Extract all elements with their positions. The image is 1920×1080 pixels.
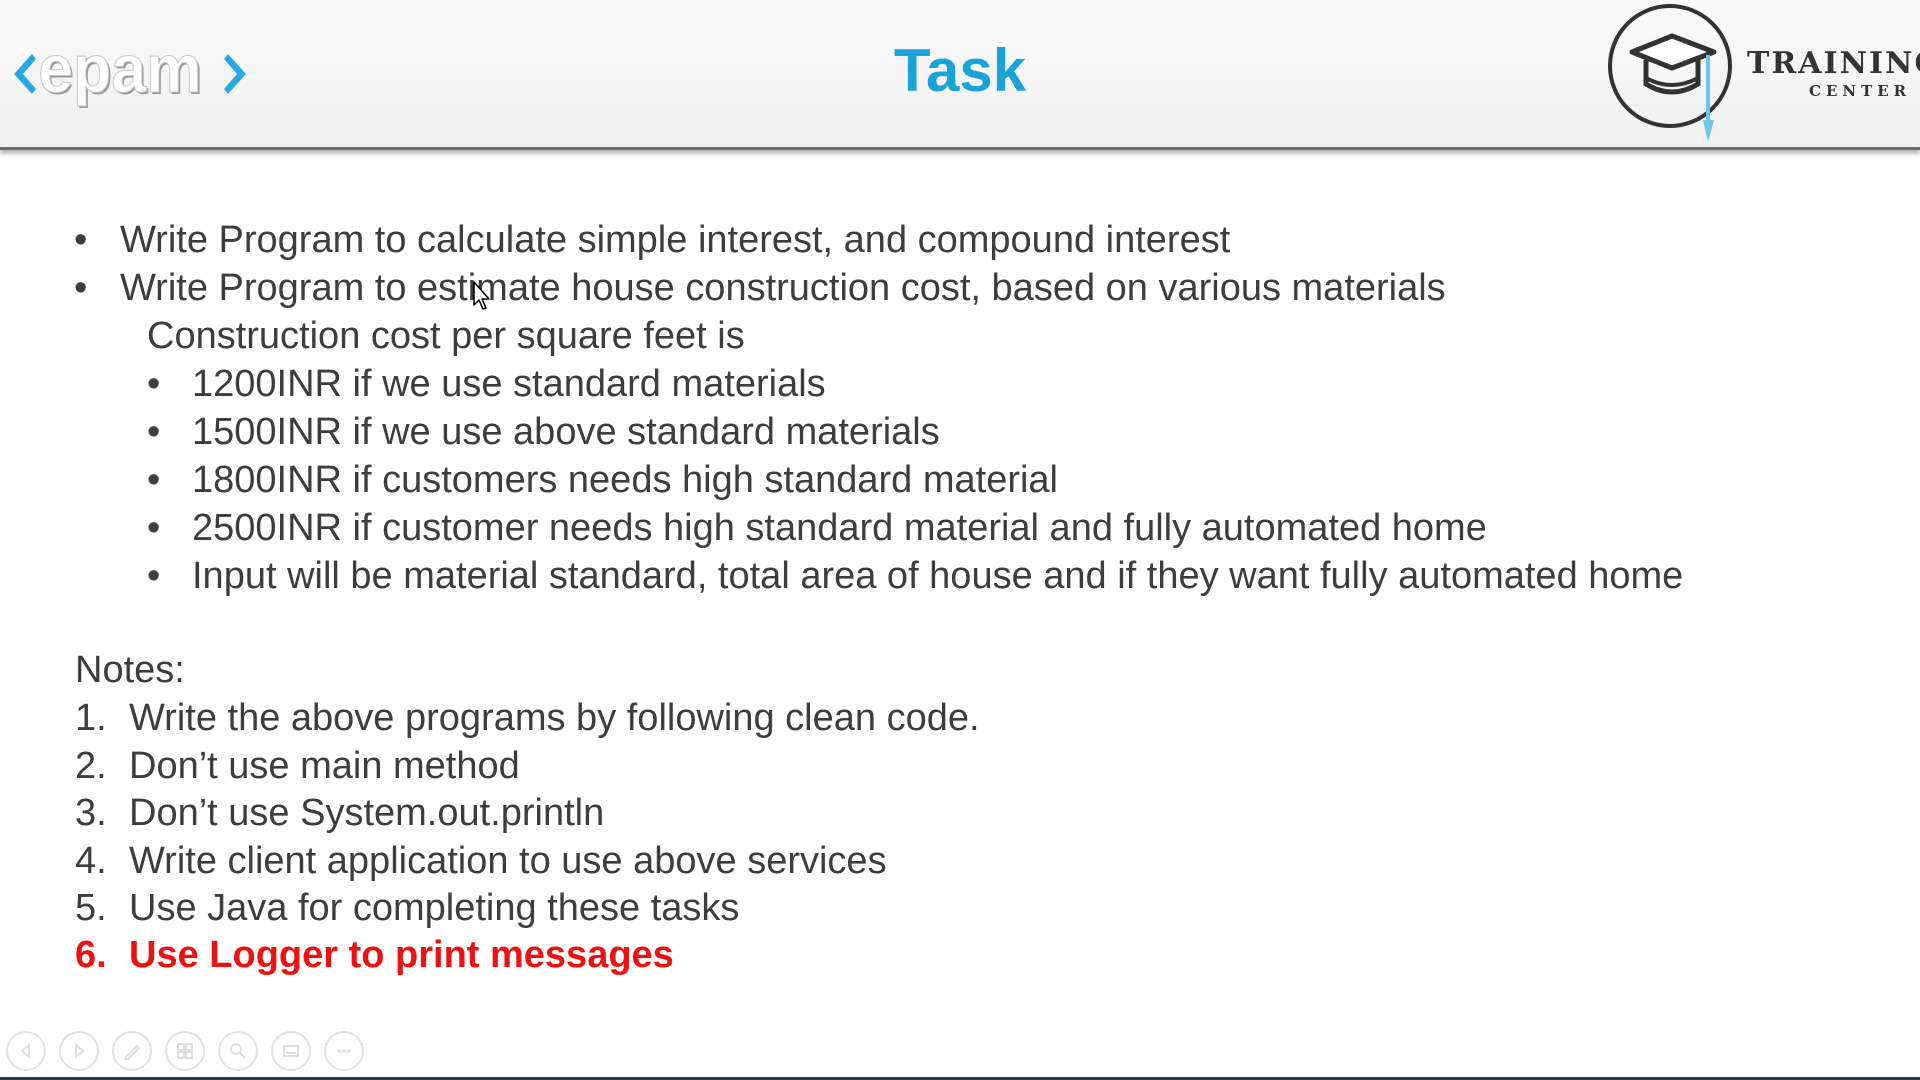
construction-item: 1800INR if customers needs high standard… [192, 459, 1059, 501]
construction-item: 1200INR if we use standard materials [192, 363, 826, 405]
pen-icon [123, 1044, 141, 1060]
zoom-button[interactable] [218, 1031, 258, 1071]
see-all-slides-button[interactable] [165, 1031, 205, 1071]
note-item: Don’t use main method [129, 745, 520, 787]
task-item: Write Program to estimate house construc… [120, 267, 1446, 309]
notes-heading: Notes: [75, 649, 185, 691]
note-number: 4. [75, 840, 107, 882]
subtitles-button[interactable] [271, 1031, 311, 1071]
construction-intro: Construction cost per square feet is [147, 315, 745, 357]
note-item: Write client application to use above se… [129, 840, 887, 882]
more-options-button[interactable] [324, 1031, 364, 1071]
bullet-icon: • [147, 459, 161, 501]
subtitles-icon [283, 1045, 299, 1057]
construction-item: 2500INR if customer needs high standard … [192, 507, 1487, 549]
slide-body: • Write Program to calculate simple inte… [0, 0, 1920, 1080]
note-item: Write the above programs by following cl… [129, 697, 980, 739]
prev-slide-button[interactable] [6, 1031, 46, 1071]
bullet-icon: • [74, 267, 88, 309]
bullet-icon: • [147, 507, 161, 549]
bullet-icon: • [74, 219, 88, 261]
task-item: Write Program to calculate simple intere… [120, 219, 1231, 261]
note-number: 5. [75, 887, 107, 929]
bullet-icon: • [147, 555, 161, 597]
note-item-highlight: Use Logger to print messages [129, 934, 674, 976]
note-number: 3. [75, 792, 107, 834]
slideshow-toolbar [6, 1031, 386, 1075]
construction-item: 1500INR if we use above standard materia… [192, 411, 940, 453]
next-icon [75, 1042, 85, 1060]
zoom-icon [230, 1043, 246, 1059]
prev-icon [20, 1042, 30, 1060]
more-icon [337, 1049, 351, 1053]
note-item: Don’t use System.out.println [129, 792, 605, 834]
bullet-icon: • [147, 363, 161, 405]
next-slide-button[interactable] [59, 1031, 99, 1071]
note-item: Use Java for completing these tasks [129, 887, 740, 929]
mouse-cursor-icon [473, 281, 490, 310]
construction-item: Input will be material standard, total a… [192, 555, 1684, 597]
pen-tool-button[interactable] [112, 1031, 152, 1071]
note-number: 2. [75, 745, 107, 787]
note-number: 1. [75, 697, 107, 739]
slides-icon [177, 1043, 193, 1059]
bullet-icon: • [147, 411, 161, 453]
note-number-highlight: 6. [75, 934, 107, 976]
